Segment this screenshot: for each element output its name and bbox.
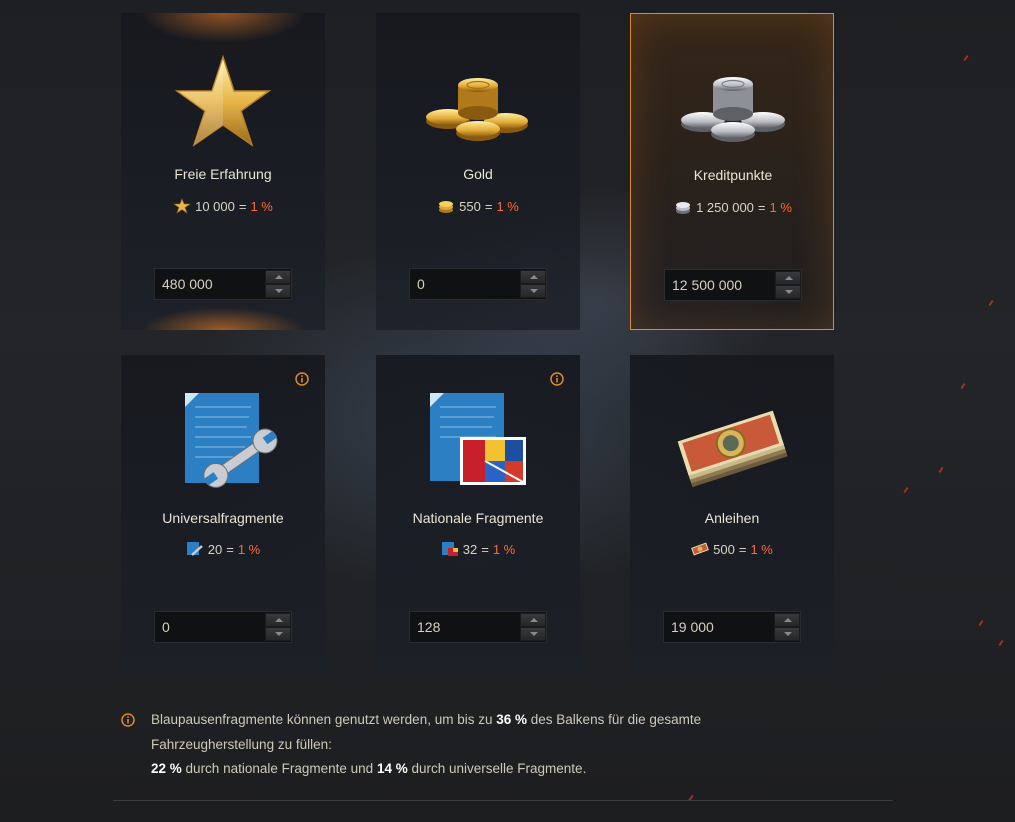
rate-amount: 20: [207, 541, 223, 557]
card-title: Anleihen: [704, 510, 760, 526]
card-credits[interactable]: Kreditpunkte 1 250 000 = 1 % 12 500 000: [630, 13, 834, 330]
amount-stepper[interactable]: 0: [409, 268, 547, 300]
national-blueprint-icon: [430, 393, 526, 485]
rate-percent: 1 %: [250, 198, 273, 214]
amount-stepper[interactable]: 480 000: [154, 268, 292, 300]
info-icon[interactable]: [295, 372, 309, 386]
decrement-button[interactable]: [265, 627, 291, 641]
gold-mini-icon: [439, 201, 454, 213]
decrement-button[interactable]: [520, 284, 546, 298]
rate-equals: =: [757, 199, 766, 215]
universal-mini-icon: [186, 542, 203, 556]
conversion-grid: Freie Erfahrung 10 000 = 1 % 480 000 Gol…: [121, 13, 834, 673]
decrement-button[interactable]: [774, 627, 800, 641]
increment-button[interactable]: [265, 613, 291, 627]
bonds-icon: [677, 410, 788, 488]
rate-amount: 500: [713, 541, 735, 557]
rate-equals: =: [226, 541, 234, 557]
conversion-rate: 500 = 1 %: [630, 541, 834, 557]
note-line2-post: durch universelle Fragmente.: [411, 761, 587, 776]
increment-button[interactable]: [775, 271, 801, 285]
rate-percent: 1 %: [769, 199, 792, 215]
conversion-rate: 10 000 = 1 %: [121, 198, 325, 214]
decrement-button[interactable]: [775, 285, 801, 299]
divider: [113, 800, 893, 801]
note-universal-percent: 14 %: [376, 761, 408, 776]
note-max-percent: 36 %: [496, 712, 528, 727]
conversion-rate: 20 = 1 %: [121, 541, 325, 557]
conversion-rate: 550 = 1 %: [376, 198, 580, 214]
card-title: Gold: [463, 166, 493, 182]
card-free-xp[interactable]: Freie Erfahrung 10 000 = 1 % 480 000: [121, 13, 325, 330]
rate-percent: 1 %: [492, 541, 516, 557]
increment-button[interactable]: [520, 270, 546, 284]
rate-amount: 1 250 000: [696, 199, 754, 215]
amount-stepper[interactable]: 19 000: [663, 611, 801, 643]
star-mini-icon: [173, 198, 192, 214]
note-line1-pre: Blaupausenfragmente können genutzt werde…: [151, 712, 493, 727]
rate-equals: =: [484, 198, 493, 214]
increment-button[interactable]: [520, 613, 546, 627]
card-national-fragments[interactable]: Nationale Fragmente 32 = 1 % 128: [376, 355, 580, 673]
gold-coins-icon: [426, 78, 528, 141]
note-line2-mid: durch nationale Fragmente und: [185, 761, 374, 776]
info-icon: [121, 713, 135, 727]
increment-button[interactable]: [265, 270, 291, 284]
amount-input[interactable]: 480 000: [155, 269, 263, 299]
rate-amount: 10 000: [195, 198, 235, 214]
note-national-percent: 22 %: [151, 761, 182, 776]
note-text: Blaupausenfragmente können genutzt werde…: [151, 708, 771, 782]
universal-blueprint-icon: [185, 393, 278, 488]
decrement-button[interactable]: [520, 627, 546, 641]
conversion-rate: 1 250 000 = 1 %: [631, 199, 835, 215]
amount-input[interactable]: 0: [410, 269, 518, 299]
national-mini-icon: [441, 542, 458, 556]
rate-equals: =: [238, 198, 247, 214]
amount-input[interactable]: 0: [155, 612, 263, 642]
info-icon[interactable]: [550, 372, 564, 386]
rate-amount: 550: [459, 198, 481, 214]
bonds-mini-icon: [691, 542, 710, 556]
decrement-button[interactable]: [265, 284, 291, 298]
amount-input[interactable]: 19 000: [664, 612, 772, 642]
conversion-rate: 32 = 1 %: [376, 541, 580, 557]
card-title: Freie Erfahrung: [174, 166, 272, 182]
card-bonds[interactable]: Anleihen 500 = 1 % 19 000: [630, 355, 834, 673]
star-icon: [174, 54, 272, 147]
credits-mini-icon: [676, 202, 691, 214]
card-title: Nationale Fragmente: [412, 510, 544, 526]
card-title: Universalfragmente: [162, 510, 284, 526]
card-gold[interactable]: Gold 550 = 1 % 0: [376, 13, 580, 330]
amount-input[interactable]: 128: [410, 612, 518, 642]
rate-equals: =: [738, 541, 747, 557]
card-title: Kreditpunkte: [693, 167, 773, 183]
card-universal-fragments[interactable]: Universalfragmente 20 = 1 % 0: [121, 355, 325, 673]
amount-stepper[interactable]: 128: [409, 611, 547, 643]
amount-stepper[interactable]: 12 500 000: [664, 269, 802, 301]
amount-input[interactable]: 12 500 000: [665, 270, 773, 300]
rate-percent: 1 %: [750, 541, 773, 557]
increment-button[interactable]: [774, 613, 800, 627]
rate-percent: 1 %: [237, 541, 261, 557]
silver-coins-icon: [681, 77, 785, 142]
amount-stepper[interactable]: 0: [154, 611, 292, 643]
rate-amount: 32: [462, 541, 478, 557]
rate-equals: =: [481, 541, 489, 557]
rate-percent: 1 %: [496, 198, 519, 214]
